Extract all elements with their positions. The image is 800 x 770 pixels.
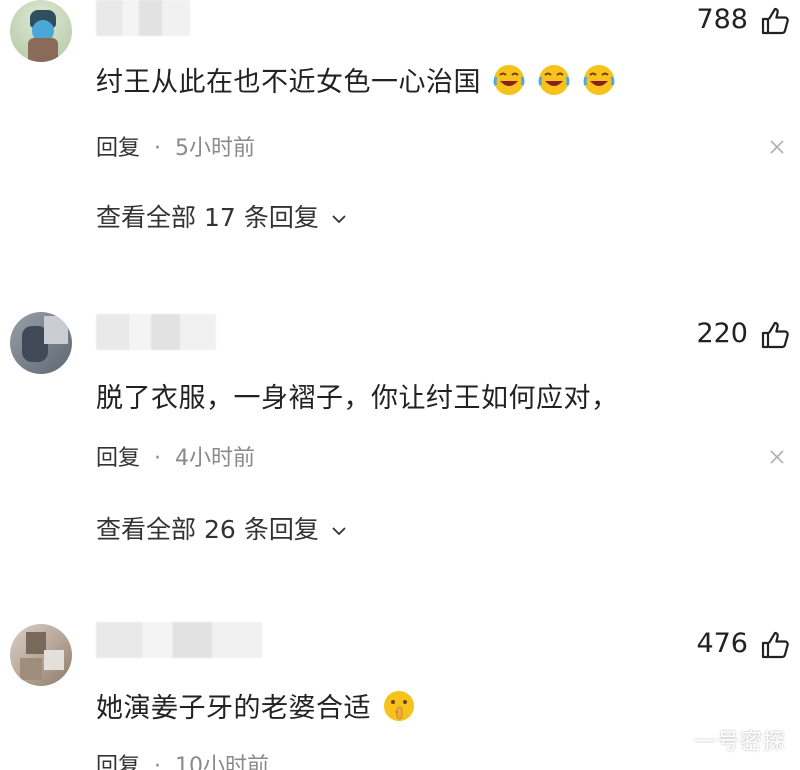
face-with-tears-of-joy-emoji — [493, 65, 525, 95]
username-redacted — [96, 622, 262, 658]
avatar[interactable] — [10, 312, 72, 374]
comment-body: 她演姜子牙的老婆合适 — [96, 693, 371, 724]
comment-text: 脱了衣服，一身褶子，你让纣王如何应对， — [96, 376, 619, 415]
reply-button[interactable]: 回复 — [96, 136, 140, 161]
separator-dot: · — [154, 136, 162, 161]
comment-item: 476 她演姜子牙的老婆合适 回复 · 10小时前 — [0, 620, 800, 770]
timestamp: 10小时前 — [175, 754, 270, 770]
view-all-replies-button[interactable]: 查看全部 26 条回复 — [96, 510, 347, 546]
comment-meta: 回复 · 4小时前 — [96, 440, 255, 472]
comment-body: 脱了衣服，一身褶子，你让纣王如何应对， — [96, 383, 619, 414]
comment-text: 纣王从此在也不近女色一心治国 — [96, 60, 616, 99]
thumbs-up-icon[interactable] — [760, 6, 790, 36]
face-with-tears-of-joy-emoji — [583, 65, 615, 95]
face-with-tears-of-joy-emoji — [538, 65, 570, 95]
watermark: 一号密探 — [693, 730, 786, 755]
comment-text: 她演姜子牙的老婆合适 — [96, 686, 416, 725]
comment-item: 220 脱了衣服，一身褶子，你让纣王如何应对， 回复 · 4小时前 查看全部 26 条回… — [0, 310, 800, 570]
close-icon[interactable] — [768, 448, 786, 466]
reply-button[interactable]: 回复 — [96, 446, 140, 471]
timestamp: 5小时前 — [175, 136, 256, 161]
comment-meta: 回复 · 10小时前 — [96, 748, 269, 770]
comment-body: 纣王从此在也不近女色一心治国 — [96, 67, 481, 98]
avatar[interactable] — [10, 624, 72, 686]
username-redacted — [96, 0, 190, 36]
like-count: 476 — [696, 628, 748, 659]
chevron-down-icon — [332, 527, 346, 536]
chevron-down-icon — [332, 215, 346, 224]
close-icon[interactable] — [768, 138, 786, 156]
reply-button[interactable]: 回复 — [96, 754, 140, 770]
comment-list: 788 纣王从此在也不近女色一心治国 回复 · 5小时前 查看全部 17 条回复… — [0, 0, 800, 770]
view-all-suffix: 条回复 — [243, 515, 319, 544]
thumbs-up-icon[interactable] — [760, 630, 790, 660]
avatar[interactable] — [10, 0, 72, 62]
view-all-prefix: 查看全部 — [96, 515, 197, 544]
reply-count: 26 — [204, 515, 236, 544]
like-count: 788 — [696, 4, 748, 35]
view-all-suffix: 条回复 — [243, 203, 319, 232]
timestamp: 4小时前 — [175, 446, 256, 471]
username-redacted — [96, 314, 216, 350]
separator-dot: · — [154, 446, 162, 471]
like-count: 220 — [696, 318, 748, 349]
shushing-face-emoji — [384, 691, 415, 721]
separator-dot: · — [154, 754, 162, 770]
view-all-prefix: 查看全部 — [96, 203, 197, 232]
thumbs-up-icon[interactable] — [760, 320, 790, 350]
comment-item: 788 纣王从此在也不近女色一心治国 回复 · 5小时前 查看全部 17 条回复 — [0, 0, 800, 260]
reply-count: 17 — [204, 203, 236, 232]
comment-meta: 回复 · 5小时前 — [96, 130, 255, 162]
view-all-replies-button[interactable]: 查看全部 17 条回复 — [96, 198, 347, 234]
